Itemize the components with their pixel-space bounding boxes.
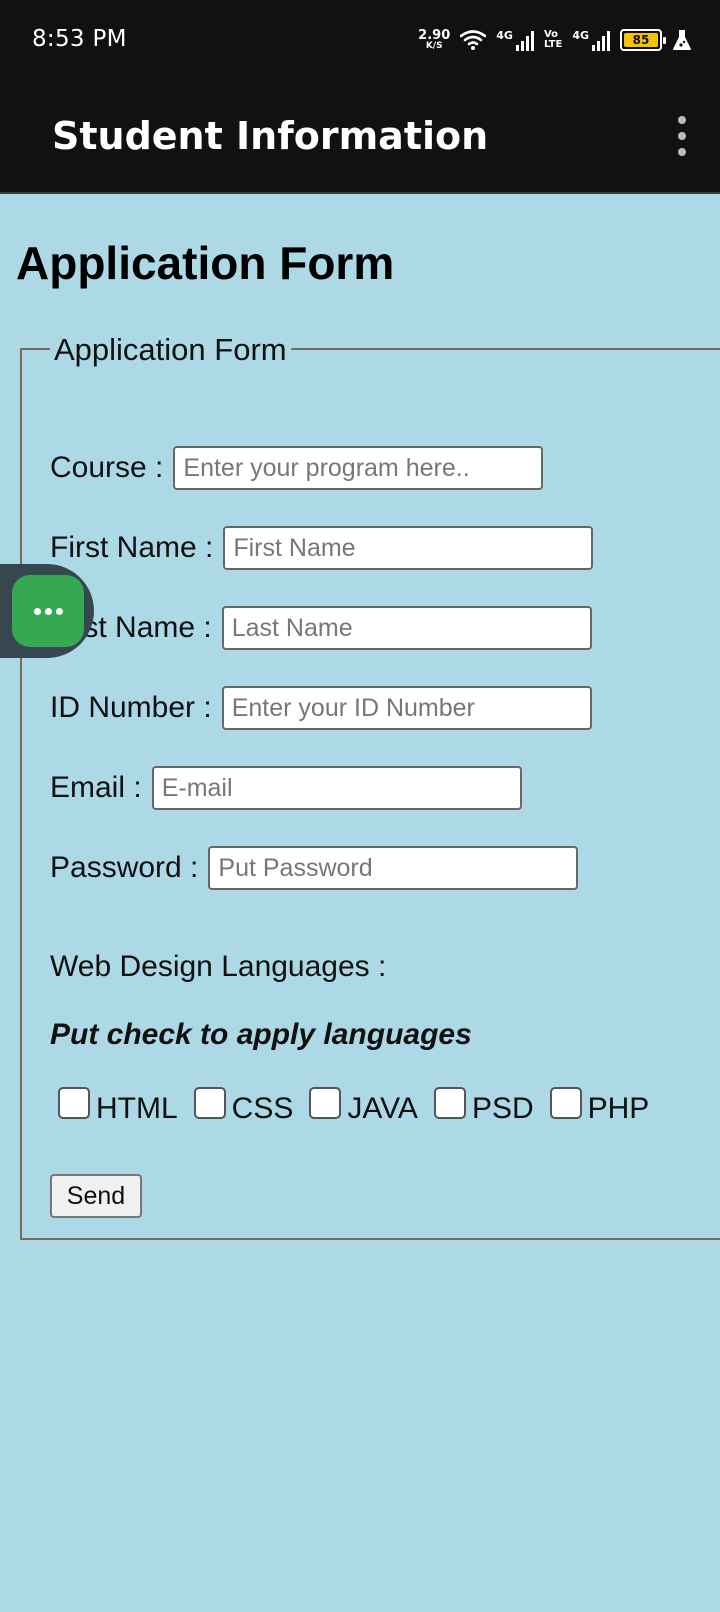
last-name-row: Last Name :	[50, 606, 592, 650]
network-type-1: 4G	[496, 29, 513, 42]
course-row: Course :	[50, 446, 544, 490]
checkbox-html-box[interactable]	[58, 1087, 90, 1119]
email-row: Email :	[50, 766, 522, 810]
page-title: Application Form	[16, 237, 395, 289]
wifi-icon	[460, 30, 487, 50]
checkbox-java-label: JAVA	[347, 1092, 418, 1125]
signal-icon: 4G	[496, 29, 534, 51]
signal-icon-2: 4G	[572, 29, 610, 51]
net-speed: 2.90 K/S	[418, 29, 450, 51]
form-legend: Application Form	[50, 332, 291, 368]
email-input[interactable]	[151, 766, 522, 810]
password-input[interactable]	[208, 846, 579, 890]
checkbox-css-label: CSS	[231, 1092, 294, 1125]
last-name-input[interactable]	[221, 606, 592, 650]
status-bar: 8:53 PM 2.90 K/S 4G Vo LTE 4G 85	[0, 0, 720, 82]
checkbox-css[interactable]: CSS	[193, 1087, 294, 1126]
more-horiz-icon[interactable]	[12, 575, 84, 647]
flask-icon	[673, 30, 691, 50]
battery-level: 85	[632, 33, 650, 47]
volte-bottom: LTE	[543, 39, 563, 50]
more-vert-icon[interactable]	[674, 116, 690, 156]
net-speed-unit: K/S	[425, 41, 443, 51]
password-row: Password :	[50, 846, 579, 890]
checkbox-css-box[interactable]	[193, 1087, 226, 1119]
id-number-row: ID Number :	[50, 686, 592, 730]
status-time: 8:53 PM	[32, 26, 127, 52]
language-checkboxes: HTML CSS JAVA PSD PHP	[58, 1087, 665, 1126]
first-name-label: First Name :	[50, 531, 214, 564]
application-form: Application Form Course : First Name : L…	[20, 332, 720, 1240]
first-name-input[interactable]	[223, 526, 594, 570]
checkbox-psd[interactable]: PSD	[433, 1087, 534, 1126]
checkbox-psd-box[interactable]	[433, 1087, 466, 1119]
checkbox-php-box[interactable]	[549, 1087, 582, 1119]
course-label: Course :	[50, 451, 164, 484]
app-title: Student Information	[52, 114, 489, 158]
checkbox-html-label: HTML	[96, 1092, 178, 1125]
first-name-row: First Name :	[50, 526, 594, 570]
languages-label: Web Design Languages :	[50, 950, 387, 983]
checkbox-html[interactable]: HTML	[58, 1087, 178, 1126]
languages-hint: Put check to apply languages	[50, 1018, 472, 1051]
checkbox-php-label: PHP	[587, 1092, 650, 1125]
course-input[interactable]	[173, 446, 544, 490]
checkbox-java[interactable]: JAVA	[309, 1087, 418, 1126]
status-icons: 2.90 K/S 4G Vo LTE 4G 85	[418, 24, 692, 56]
id-number-input[interactable]	[221, 686, 592, 730]
floating-button-container	[0, 564, 94, 658]
network-type-2: 4G	[572, 29, 589, 42]
id-number-label: ID Number :	[50, 691, 212, 724]
volte-indicator: Vo LTE	[544, 30, 562, 50]
battery-icon: 85	[620, 29, 666, 51]
send-button[interactable]: Send	[50, 1174, 142, 1218]
checkbox-php[interactable]: PHP	[549, 1087, 650, 1126]
app-bar: Student Information	[0, 82, 720, 194]
checkbox-java-box[interactable]	[309, 1087, 342, 1119]
email-label: Email :	[50, 771, 142, 804]
password-label: Password :	[50, 851, 199, 884]
checkbox-psd-label: PSD	[471, 1092, 534, 1125]
